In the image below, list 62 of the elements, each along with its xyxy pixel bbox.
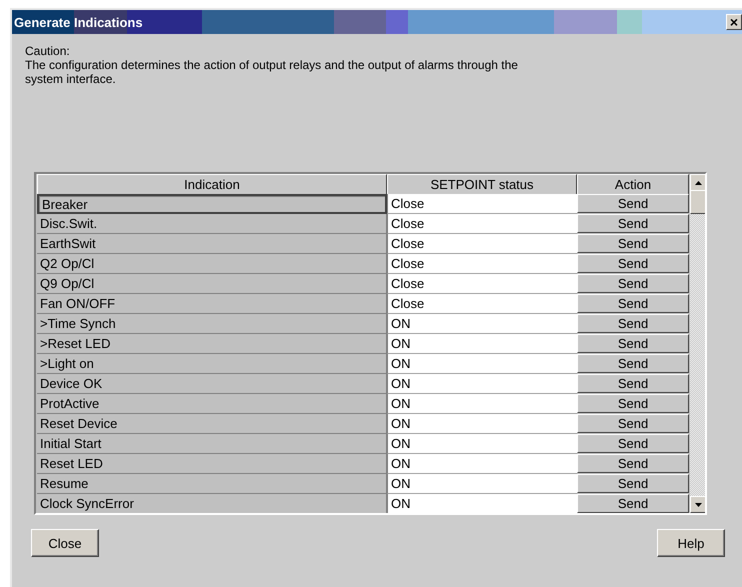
scroll-up-button[interactable] [690,174,705,191]
status-cell[interactable]: ON [387,474,577,494]
scrollbar[interactable] [690,174,705,513]
indication-cell[interactable]: Q9 Op/Cl [37,274,387,294]
send-button[interactable]: Send [577,274,689,293]
status-cell[interactable]: ON [387,454,577,474]
status-cell[interactable]: Close [387,194,577,214]
status-cell[interactable]: ON [387,314,577,334]
send-button[interactable]: Send [577,254,689,273]
status-cell[interactable]: Close [387,274,577,294]
scroll-down-button[interactable] [690,496,705,513]
status-cell[interactable]: Close [387,294,577,314]
send-button[interactable]: Send [577,414,689,433]
column-header: Indication [37,174,387,195]
send-button[interactable]: Send [577,214,689,233]
send-button[interactable]: Send [577,494,689,513]
status-cell[interactable]: ON [387,354,577,374]
status-cell[interactable]: Close [387,214,577,234]
indication-cell[interactable]: ProtActive [37,394,387,414]
send-button[interactable]: Send [577,314,689,333]
indication-cell[interactable]: >Reset LED [37,334,387,354]
indication-cell[interactable]: Q2 Op/Cl [37,254,387,274]
send-button[interactable]: Send [577,234,689,253]
indication-cell[interactable]: EarthSwit [37,234,387,254]
indication-cell[interactable]: Resume [37,474,387,494]
indication-cell[interactable]: Breaker [37,194,387,214]
indication-cell[interactable]: Disc.Swit. [37,214,387,234]
send-button[interactable]: Send [577,374,689,393]
send-button[interactable]: Send [577,394,689,413]
close-button[interactable]: × [726,14,742,30]
send-button[interactable]: Send [577,354,689,373]
status-cell[interactable]: Close [387,254,577,274]
column-header: Action [577,174,689,195]
indication-cell[interactable]: Fan ON/OFF [37,294,387,314]
status-cell[interactable]: ON [387,414,577,434]
status-cell[interactable]: ON [387,374,577,394]
up-arrow-icon [695,180,702,184]
send-button[interactable]: Send [577,334,689,353]
column-header: SETPOINT status [387,174,577,195]
status-cell[interactable]: ON [387,334,577,354]
indication-cell[interactable]: >Light on [37,354,387,374]
down-arrow-icon [695,502,702,506]
indication-cell[interactable]: >Time Synch [37,314,387,334]
status-cell[interactable]: ON [387,394,577,414]
status-cell[interactable]: Close [387,234,577,254]
send-button[interactable]: Send [577,294,689,313]
send-button[interactable]: Send [577,474,689,493]
caution-heading: Caution: [25,44,71,58]
send-button[interactable]: Send [577,194,689,213]
help-button[interactable]: Help [657,529,725,557]
indication-cell[interactable]: Device OK [37,374,387,394]
caution-text: The configuration determines the action of output relays and the output of alarms through the system interface. [25,58,519,86]
window-title: Generate Indications [13,14,143,30]
indication-cell[interactable]: Initial Start [37,434,387,454]
close-dialog-button[interactable]: Close [31,529,99,557]
status-cell[interactable]: ON [387,434,577,454]
status-cell[interactable]: ON [387,494,577,513]
indication-cell[interactable]: Reset Device [37,414,387,434]
send-button[interactable]: Send [577,454,689,473]
send-button[interactable]: Send [577,434,689,453]
indication-cell[interactable]: Reset LED [37,454,387,474]
scroll-thumb[interactable] [690,190,705,214]
